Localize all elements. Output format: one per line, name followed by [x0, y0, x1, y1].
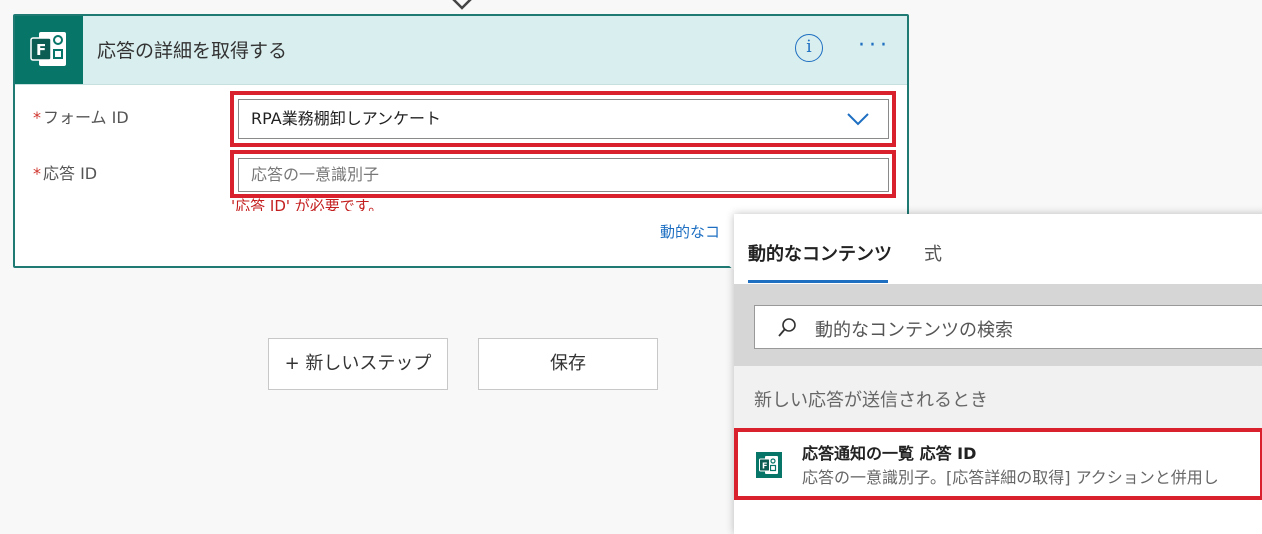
- search-input[interactable]: 動的なコンテンツの検索: [754, 305, 1262, 349]
- popup-pointer: [719, 243, 735, 271]
- tab-expression[interactable]: 式: [924, 240, 942, 266]
- response-id-label: * 応答 ID: [33, 164, 98, 183]
- info-icon[interactable]: i: [795, 34, 823, 62]
- tab-dynamic-content[interactable]: 動的なコンテンツ: [748, 240, 892, 266]
- card-title: 応答の詳細を取得する: [97, 40, 288, 62]
- item-description: 応答の一意識別子。[応答詳細の取得] アクションと併用し: [802, 468, 1219, 487]
- card-header[interactable]: F 応答の詳細を取得する i ···: [15, 16, 907, 85]
- save-button[interactable]: 保存: [478, 338, 658, 390]
- chevron-down-icon[interactable]: [846, 111, 870, 127]
- more-icon[interactable]: ···: [858, 32, 898, 60]
- dynamic-content-panel: 動的なコンテンツ 式 動的なコンテンツの検索 新しい応答が送信されるとき F 応…: [734, 214, 1262, 534]
- svg-text:F: F: [36, 41, 46, 59]
- new-step-button[interactable]: + 新しいステップ: [268, 338, 448, 390]
- svg-text:F: F: [762, 462, 767, 471]
- error-message: '応答 ID' が必要です。: [231, 197, 384, 211]
- dynamic-content-item[interactable]: F 応答通知の一覧 応答 ID 応答の一意識別子。[応答詳細の取得] アクション…: [734, 428, 1262, 500]
- search-area: 動的なコンテンツの検索: [734, 284, 1262, 366]
- down-arrow-icon: [452, 0, 472, 10]
- form-id-value: RPA業務棚卸しアンケート: [251, 109, 442, 128]
- form-id-label: * フォーム ID: [33, 108, 129, 127]
- search-placeholder: 動的なコンテンツの検索: [815, 320, 1013, 341]
- response-id-placeholder: 応答の一意識別子: [251, 165, 380, 184]
- response-id-input[interactable]: 応答の一意識別子: [238, 158, 889, 192]
- form-id-dropdown[interactable]: RPA業務棚卸しアンケート: [238, 99, 889, 139]
- forms-icon: F: [15, 16, 83, 84]
- search-icon: [778, 318, 796, 337]
- section-title: 新しい応答が送信されるとき: [754, 390, 988, 411]
- item-title: 応答通知の一覧 応答 ID: [802, 444, 977, 463]
- dynamic-content-link[interactable]: 動的なコ: [660, 221, 720, 242]
- section-header[interactable]: 新しい応答が送信されるとき: [734, 366, 1262, 428]
- forms-icon: F: [756, 452, 782, 478]
- active-tab-indicator: [748, 280, 888, 283]
